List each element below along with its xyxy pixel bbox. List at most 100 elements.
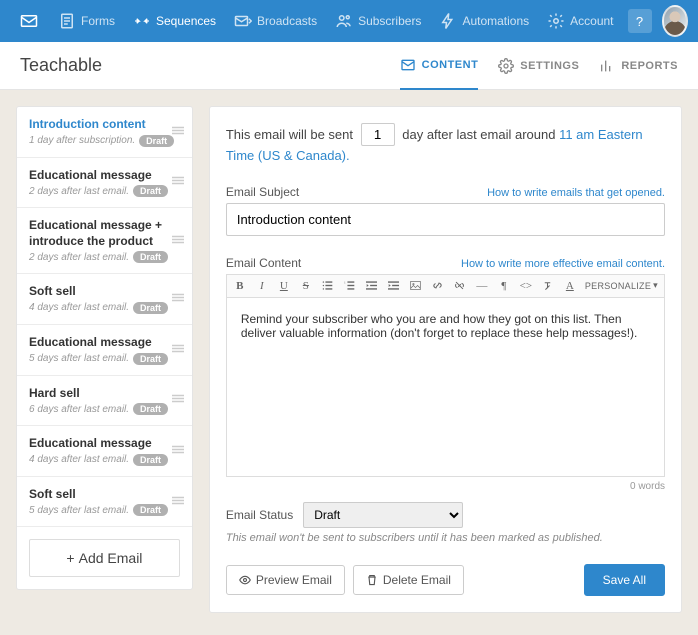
- status-select[interactable]: Draft: [303, 502, 463, 528]
- tab-content[interactable]: CONTENT: [400, 42, 479, 90]
- step-item[interactable]: Soft sell 4 days after last email. Draft: [17, 274, 192, 325]
- number-list-icon[interactable]: 1: [343, 279, 357, 293]
- strike-icon[interactable]: S: [299, 279, 313, 293]
- tab-label: REPORTS: [621, 60, 678, 72]
- subject-label: Email Subject: [226, 185, 299, 199]
- schedule-sentence: This email will be sent day after last e…: [226, 123, 665, 167]
- plus-icon: +: [66, 550, 74, 566]
- nav-account[interactable]: Account: [539, 0, 621, 42]
- nav-sequences[interactable]: Sequences: [125, 0, 224, 42]
- step-subtitle: 4 days after last email. Draft: [29, 454, 180, 466]
- logo-envelope-icon[interactable]: [10, 0, 48, 42]
- hr-icon[interactable]: —: [475, 279, 489, 293]
- step-item[interactable]: Introduction content 1 day after subscri…: [17, 107, 192, 158]
- drag-handle-icon[interactable]: [172, 494, 184, 509]
- step-subtitle: 4 days after last email. Draft: [29, 302, 180, 314]
- nav-label: Account: [570, 14, 613, 28]
- step-title: Educational message: [29, 168, 180, 184]
- drag-handle-icon[interactable]: [172, 393, 184, 408]
- bold-icon[interactable]: B: [233, 279, 247, 293]
- italic-icon[interactable]: I: [255, 279, 269, 293]
- step-item[interactable]: Educational message 2 days after last em…: [17, 158, 192, 209]
- save-button[interactable]: Save All: [584, 564, 665, 596]
- tab-reports[interactable]: REPORTS: [599, 42, 678, 90]
- step-item[interactable]: Educational message + introduce the prod…: [17, 208, 192, 274]
- status-hint: This email won't be sent to subscribers …: [226, 532, 665, 544]
- step-subtitle: 5 days after last email. Draft: [29, 504, 180, 516]
- step-item[interactable]: Hard sell 6 days after last email. Draft: [17, 376, 192, 427]
- drag-handle-icon[interactable]: [172, 175, 184, 190]
- status-badge: Draft: [133, 353, 168, 365]
- step-item[interactable]: Educational message 4 days after last em…: [17, 426, 192, 477]
- link-icon[interactable]: [431, 279, 445, 293]
- tab-label: CONTENT: [422, 59, 479, 71]
- subject-hint-link[interactable]: How to write emails that get opened.: [487, 187, 665, 199]
- top-nav: Forms Sequences Broadcasts Subscribers A…: [0, 0, 698, 42]
- content-label: Email Content: [226, 256, 301, 270]
- step-title: Introduction content: [29, 117, 180, 133]
- step-item[interactable]: Soft sell 5 days after last email. Draft: [17, 477, 192, 528]
- bullet-list-icon[interactable]: [321, 279, 335, 293]
- delete-button[interactable]: Delete Email: [353, 565, 464, 595]
- step-title: Hard sell: [29, 386, 180, 402]
- nav-label: Forms: [81, 14, 115, 28]
- status-label: Email Status: [226, 508, 293, 522]
- step-title: Educational message: [29, 335, 180, 351]
- subject-input[interactable]: [226, 203, 665, 236]
- blockquote-icon[interactable]: ¶: [497, 279, 511, 293]
- drag-handle-icon[interactable]: [172, 443, 184, 458]
- nav-forms[interactable]: Forms: [50, 0, 123, 42]
- clear-format-icon[interactable]: [541, 279, 555, 293]
- word-count: 0 words: [226, 481, 665, 492]
- step-subtitle: 2 days after last email. Draft: [29, 251, 180, 263]
- email-body-editor[interactable]: Remind your subscriber who you are and h…: [226, 297, 665, 477]
- editor-toolbar: B I U S 1 — ¶ <> A PERSONALIZE ▾: [226, 274, 665, 297]
- status-badge: Draft: [133, 403, 168, 415]
- step-subtitle: 2 days after last email. Draft: [29, 185, 180, 197]
- avatar[interactable]: [662, 5, 689, 37]
- content-hint-link[interactable]: How to write more effective email conten…: [461, 258, 665, 270]
- step-subtitle: 5 days after last email. Draft: [29, 353, 180, 365]
- status-badge: Draft: [133, 251, 168, 263]
- status-badge: Draft: [133, 504, 168, 516]
- add-email-button[interactable]: +Add Email: [29, 539, 180, 577]
- sequence-header: Teachable CONTENT SETTINGS REPORTS: [0, 42, 698, 90]
- step-title: Educational message + introduce the prod…: [29, 218, 180, 249]
- nav-subscribers[interactable]: Subscribers: [327, 0, 429, 42]
- step-subtitle: 1 day after subscription. Draft: [29, 135, 180, 147]
- tab-settings[interactable]: SETTINGS: [498, 42, 579, 90]
- step-title: Educational message: [29, 436, 180, 452]
- outdent-icon[interactable]: [365, 279, 379, 293]
- status-badge: Draft: [133, 185, 168, 197]
- page-title: Teachable: [20, 55, 400, 76]
- drag-handle-icon[interactable]: [172, 342, 184, 357]
- underline-icon[interactable]: U: [277, 279, 291, 293]
- help-button[interactable]: ?: [628, 9, 652, 33]
- status-badge: Draft: [133, 454, 168, 466]
- drag-handle-icon[interactable]: [172, 124, 184, 139]
- indent-icon[interactable]: [387, 279, 401, 293]
- tab-label: SETTINGS: [520, 60, 579, 72]
- nav-broadcasts[interactable]: Broadcasts: [226, 0, 325, 42]
- step-subtitle: 6 days after last email. Draft: [29, 403, 180, 415]
- drag-handle-icon[interactable]: [172, 292, 184, 307]
- nav-label: Sequences: [156, 14, 216, 28]
- nav-label: Automations: [462, 14, 529, 28]
- text-color-icon[interactable]: A: [563, 279, 577, 293]
- step-title: Soft sell: [29, 284, 180, 300]
- email-steps-sidebar: Introduction content 1 day after subscri…: [16, 106, 193, 590]
- unlink-icon[interactable]: [453, 279, 467, 293]
- image-icon[interactable]: [409, 279, 423, 293]
- code-icon[interactable]: <>: [519, 279, 533, 293]
- email-editor-panel: This email will be sent day after last e…: [209, 106, 682, 613]
- status-badge: Draft: [133, 302, 168, 314]
- drag-handle-icon[interactable]: [172, 233, 184, 248]
- nav-label: Broadcasts: [257, 14, 317, 28]
- step-item[interactable]: Educational message 5 days after last em…: [17, 325, 192, 376]
- preview-button[interactable]: Preview Email: [226, 565, 345, 595]
- nav-automations[interactable]: Automations: [431, 0, 537, 42]
- personalize-dropdown[interactable]: PERSONALIZE ▾: [585, 280, 658, 291]
- step-title: Soft sell: [29, 487, 180, 503]
- nav-label: Subscribers: [358, 14, 421, 28]
- delay-days-input[interactable]: [361, 123, 395, 146]
